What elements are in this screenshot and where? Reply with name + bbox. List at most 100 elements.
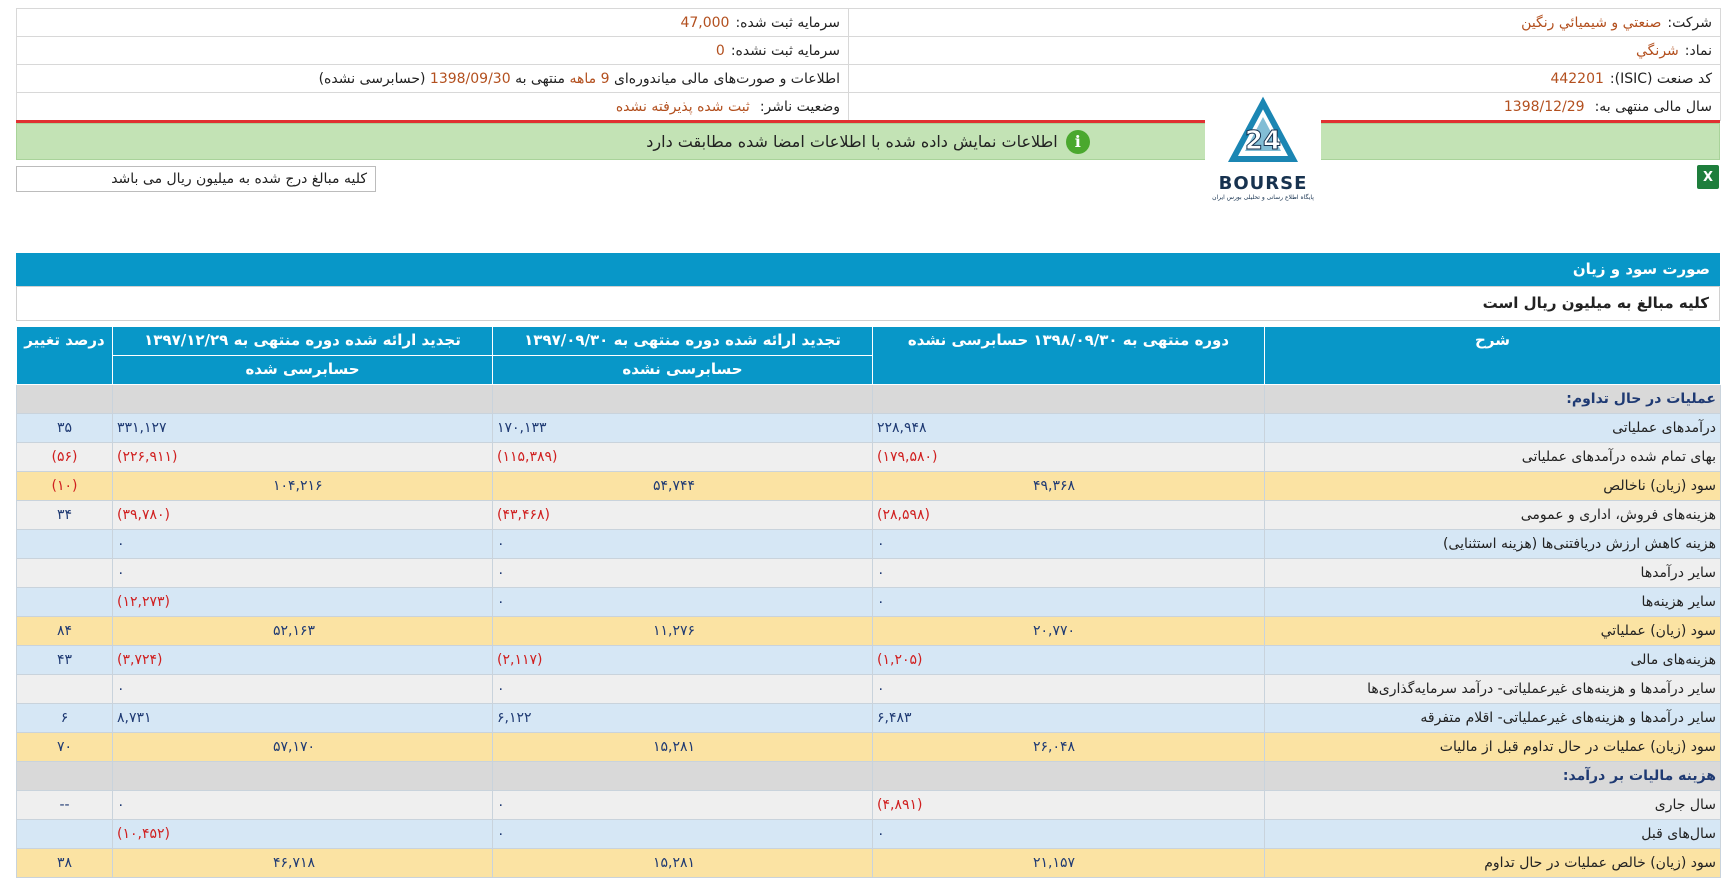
row-label: سال‌های قبل	[1264, 819, 1721, 849]
row-value-v3: (۲۲۶,۹۱۱)	[112, 442, 493, 472]
row-value-v1: ۲۰,۷۷۰	[872, 616, 1265, 646]
row-label: بهای تمام شده درآمدهای عملیاتی	[1264, 442, 1721, 472]
row-value-v1: ۰	[872, 674, 1265, 704]
row-value-v1: (۴,۸۹۱)	[872, 790, 1265, 820]
unregistered-capital-cell: سرمایه ثبت نشده: 0	[16, 36, 849, 65]
publisher-status-label: وضعیت ناشر:	[759, 98, 840, 115]
row-value-v2	[492, 761, 873, 791]
row-value-v4: --	[16, 790, 113, 820]
row-value-v3: ۵۲,۱۶۳	[112, 616, 493, 646]
row-value-v3: ۳۳۱,۱۲۷	[112, 413, 493, 443]
row-value-v2: ۱۷۰,۱۳۳	[492, 413, 873, 443]
table-row: بهای تمام شده درآمدهای عملیاتی (۱۷۹,۵۸۰)(…	[16, 442, 1721, 472]
col-change-header: درصد تغییر	[16, 326, 113, 385]
row-value-v4: ۸۴	[16, 616, 113, 646]
row-value-v3: (۳,۷۲۴)	[112, 645, 493, 675]
col-current-period-header: دوره منتهی به ۱۳۹۸/۰۹/۳۰ حسابرسی نشده	[872, 326, 1265, 385]
row-value-v4	[16, 384, 113, 414]
income-statement-body: عملیات در حال تداوم: درآمدهای عملیاتی ۲۲۸,…	[16, 384, 1721, 878]
row-value-v4	[16, 587, 113, 617]
table-row: هزینه‌های مالی (۱,۲۰۵) (۲,۱۱۷) (۳,۷۲۴) ۴۳	[16, 645, 1721, 675]
bourse-logo-text: BOURSE	[1218, 173, 1308, 194]
unregistered-capital-value: 0	[715, 42, 725, 59]
row-value-v4	[16, 819, 113, 849]
table-row: هزینه‌های فروش، اداری و عمومی (۲۸,۵۹۸) (۴۳…	[16, 500, 1721, 530]
row-value-v4: ۳۸	[16, 848, 113, 878]
row-value-v3: (۱۰,۴۵۲)	[112, 819, 493, 849]
row-value-v2: (۱۱۵,۳۸۹)	[492, 442, 873, 472]
bourse-logo-caption: پایگاه اطلاع رسانی و تحلیلی بورس ایران	[1212, 194, 1314, 201]
row-label: سود (زیان) ناخالص	[1264, 471, 1721, 501]
row-value-v2: ۶,۱۲۲	[492, 703, 873, 733]
row-value-v2: (۴۳,۴۶۸)	[492, 500, 873, 530]
row-value-v2: ۰	[492, 819, 873, 849]
fiscal-year-label: سال مالی منتهی به:	[1594, 98, 1712, 115]
section-header-row: عملیات در حال تداوم:	[16, 384, 1721, 414]
row-value-v1	[872, 761, 1265, 791]
row-value-v4	[16, 558, 113, 588]
row-value-v4	[16, 761, 113, 791]
row-label: سایر درآمدها	[1264, 558, 1721, 588]
col-restated-fy-subheader: حسابرسی شده	[112, 355, 493, 385]
row-label: سایر هزینه‌ها	[1264, 587, 1721, 617]
row-value-v2: ۰	[492, 529, 873, 559]
row-value-v3: ۸,۷۳۱	[112, 703, 493, 733]
row-value-v2: (۲,۱۱۷)	[492, 645, 873, 675]
section-header-row: هزینه مالیات بر درآمد:	[16, 761, 1721, 791]
registered-capital-label: سرمایه ثبت شده:	[735, 14, 840, 31]
row-value-v4: (۱۰)	[16, 471, 113, 501]
row-value-v1: ۰	[872, 529, 1265, 559]
section-title: صورت سود و زیان	[16, 253, 1720, 286]
table-row: سود (زیان) عملیات در حال تداوم قبل از ما…	[16, 732, 1721, 762]
table-row: سود (زیان) ناخالص ۴۹,۳۶۸ ۵۴,۷۴۴ ۱۰۴,۲۱۶ (۱۰)	[16, 471, 1721, 501]
excel-export-icon[interactable]: X	[1697, 165, 1719, 189]
company-cell: شرکت: صنعتي و شيميائي رنگين	[848, 8, 1721, 37]
row-value-v2: ۱۵,۲۸۱	[492, 848, 873, 878]
table-row: سایر درآمدها ۰ ۰ ۰	[16, 558, 1721, 588]
table-row: سال‌های قبل ۰ ۰ (۱۰,۴۵۲)	[16, 819, 1721, 849]
report-post: (حسابرسی نشده)	[318, 70, 426, 87]
row-label: هزینه‌های مالی	[1264, 645, 1721, 675]
report-period: 9 ماهه	[569, 70, 610, 87]
row-value-v4: ۳۵	[16, 413, 113, 443]
row-value-v4	[16, 674, 113, 704]
row-value-v1: ۲۲۸,۹۴۸	[872, 413, 1265, 443]
row-label: سایر درآمدها و هزینه‌های غیرعملیاتی- درآ…	[1264, 674, 1721, 704]
row-value-v3: ۱۰۴,۲۱۶	[112, 471, 493, 501]
table-row: هزینه کاهش ارزش دریافتنی‌ها (هزینه استثن…	[16, 529, 1721, 559]
row-value-v2: ۱۱,۲۷۶	[492, 616, 873, 646]
report-pre: اطلاعات و صورت‌های مالی میاندوره‌ای	[613, 70, 840, 87]
row-value-v3: ۰	[112, 674, 493, 704]
report-date: 1398/09/30	[429, 70, 511, 87]
row-value-v1: ۰	[872, 587, 1265, 617]
row-value-v2: ۰	[492, 674, 873, 704]
row-value-v4: ۶	[16, 703, 113, 733]
row-value-v2: ۵۴,۷۴۴	[492, 471, 873, 501]
row-value-v2: ۰	[492, 790, 873, 820]
row-value-v1: (۱,۲۰۵)	[872, 645, 1265, 675]
row-value-v3: (۱۲,۲۷۳)	[112, 587, 493, 617]
row-value-v1: ۰	[872, 558, 1265, 588]
unit-note-box: کلیه مبالغ درج شده به میلیون ریال می باش…	[16, 166, 376, 192]
row-value-v1	[872, 384, 1265, 414]
table-row: سود (زیان) خالص عملیات در حال تداوم ۲۱,۱۵…	[16, 848, 1721, 878]
row-label: عملیات در حال تداوم:	[1264, 384, 1721, 414]
row-label: سود (زیان) عملیاتي	[1264, 616, 1721, 646]
row-value-v4	[16, 529, 113, 559]
registered-capital-value: 47,000	[680, 14, 730, 31]
row-value-v4: ۴۳	[16, 645, 113, 675]
verification-notice-text: اطلاعات نمایش داده شده با اطلاعات امضا ش…	[646, 132, 1058, 151]
bourse-logo: 24 BOURSE پایگاه اطلاع رسانی و تحلیلی بو…	[1205, 93, 1321, 203]
row-value-v3: ۵۷,۱۷۰	[112, 732, 493, 762]
unregistered-capital-label: سرمایه ثبت نشده:	[730, 42, 840, 59]
company-info-table: شرکت: صنعتي و شيميائي رنگين سرمایه ثبت شد…	[16, 8, 1721, 121]
row-label: سایر درآمدها و هزینه‌های غیرعملیاتی- اقل…	[1264, 703, 1721, 733]
table-row: درآمدهای عملیاتی ۲۲۸,۹۴۸ ۱۷۰,۱۳۳ ۳۳۱,۱۲۷ ۳۵	[16, 413, 1721, 443]
row-label: هزینه‌های فروش، اداری و عمومی	[1264, 500, 1721, 530]
table-row: سود (زیان) عملیاتي ۲۰,۷۷۰ ۱۱,۲۷۶ ۵۲,۱۶۳ ۸۴	[16, 616, 1721, 646]
row-value-v2: ۱۵,۲۸۱	[492, 732, 873, 762]
report-description-cell: اطلاعات و صورت‌های مالی میاندوره‌ای 9 ما…	[16, 64, 849, 93]
bourse-logo-mark: 24	[1227, 96, 1299, 162]
company-label: شرکت:	[1667, 14, 1712, 31]
income-statement-table: شرح دوره منتهی به ۱۳۹۸/۰۹/۳۰ حسابرسی نشد…	[16, 326, 1721, 878]
